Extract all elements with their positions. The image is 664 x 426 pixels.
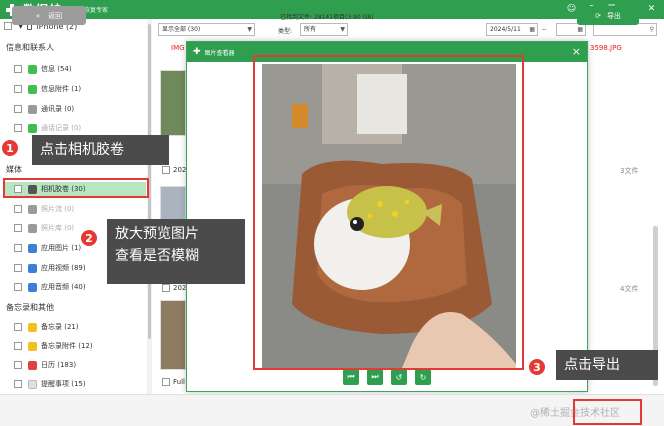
sidebar-item-app-videos[interactable]: 应用视频 (89) [14, 261, 86, 275]
sidebar-item-note-attachments[interactable]: 备忘录附件 (12) [14, 339, 93, 353]
thumbnail-caption: 202 [173, 284, 187, 292]
file-count-a: 3文件 [620, 167, 639, 175]
device-checkbox[interactable] [4, 22, 12, 30]
photo-library-icon [28, 223, 37, 233]
checkbox[interactable] [14, 224, 22, 232]
callout-step-1: 点击相机胶卷 [32, 135, 169, 165]
date-separator: -- [542, 26, 547, 33]
callout-step-2-line2: 查看是否模糊 [115, 248, 199, 264]
sidebar-item-photo-stream[interactable]: 照片流 (0) [14, 202, 74, 216]
rotate-right-button[interactable]: ↻ [415, 369, 431, 385]
highlight-box-camera-roll [3, 178, 149, 198]
callout-step-3: 点击导出 [556, 350, 658, 380]
app-video-icon [28, 263, 37, 273]
calendar-icon: ▦ [529, 26, 535, 33]
checkbox[interactable] [14, 124, 22, 132]
first-image-button[interactable]: ⏮ [343, 369, 359, 385]
export-icon: ⟳ [595, 11, 601, 20]
type-label: 类型: [278, 28, 293, 35]
sidebar-item-call-history[interactable]: 通话记录 (0) [14, 121, 81, 135]
step-badge-3: 3 [527, 357, 547, 377]
search-icon: ⚲ [649, 26, 654, 33]
reminders-icon [28, 379, 37, 389]
checkbox[interactable] [14, 361, 22, 369]
chevron-down-icon: ▼ [247, 26, 252, 33]
checkbox[interactable] [14, 105, 22, 113]
thumbnail-caption: 202 [173, 166, 187, 174]
app-photo-icon [28, 243, 37, 253]
photo-stream-icon [28, 204, 37, 214]
double-chevron-left-icon: « [35, 11, 41, 20]
calendar-icon [28, 360, 37, 370]
note-attachment-icon [28, 341, 37, 351]
checkbox[interactable] [14, 244, 22, 252]
sidebar-item-notes[interactable]: 备忘录 (21) [14, 320, 79, 334]
section-title-messages: 信息和联系人 [6, 42, 54, 52]
notes-icon [28, 322, 37, 332]
thumbnail-checkbox[interactable] [162, 284, 170, 292]
step-badge-2: 2 [79, 228, 99, 248]
sidebar-item-messages[interactable]: 信息 (54) [14, 62, 72, 76]
sidebar-item-contacts[interactable]: 通讯录 (0) [14, 102, 74, 116]
step-badge-1: 1 [0, 138, 20, 158]
type-select[interactable]: 所有 ▼ [300, 23, 348, 36]
scan-result-info: 已找到文件: 28141项目(3.90 GB) [280, 14, 374, 21]
sidebar-item-app-audio[interactable]: 应用音频 (40) [14, 280, 86, 294]
calendar-icon: ▦ [577, 26, 583, 33]
file-count-b: 4文件 [620, 285, 639, 293]
callout-step-2-line1: 放大预览图片 [115, 226, 199, 242]
thumbnail[interactable] [160, 70, 186, 136]
viewer-logo-icon: ✚ [193, 47, 201, 57]
viewer-title: 图片查看器 [204, 49, 235, 57]
checkbox[interactable] [14, 65, 22, 73]
checkbox[interactable] [14, 264, 22, 272]
rotate-left-button[interactable]: ↺ [391, 369, 407, 385]
sidebar-item-app-photos[interactable]: 应用图片 (1) [14, 241, 81, 255]
checkbox[interactable] [14, 342, 22, 350]
sidebar-item-reminders[interactable]: 提醒事项 (15) [14, 377, 86, 391]
section-title-notes: 备忘录和其他 [6, 302, 54, 312]
checkbox[interactable] [14, 205, 22, 213]
display-filter-select[interactable]: 显示全部 (30) ▼ [158, 23, 255, 36]
contacts-icon [28, 104, 37, 114]
attachment-icon [28, 84, 37, 94]
sidebar-item-message-attachments[interactable]: 信息附件 (1) [14, 82, 81, 96]
checkbox[interactable] [14, 283, 22, 291]
chevron-down-icon: ▼ [340, 26, 345, 33]
thumbnail-caption: Full [173, 378, 185, 386]
file-name-left: IMG [171, 44, 185, 52]
date-select[interactable]: 2024/5/11 ▦ [486, 23, 538, 36]
checkbox[interactable] [14, 380, 22, 388]
close-icon[interactable]: ✕ [645, 3, 658, 16]
sidebar-item-photo-library[interactable]: 照片库 (0) [14, 221, 74, 235]
file-name-right: 3598.JPG [590, 44, 622, 52]
message-icon [28, 64, 37, 74]
last-image-button[interactable]: ⏭ [367, 369, 383, 385]
thumbnail-checkbox[interactable] [162, 166, 170, 174]
thumbnail-checkbox[interactable] [162, 378, 170, 386]
sidebar-item-calendar[interactable]: 日历 (183) [14, 358, 76, 372]
back-button[interactable]: « 返回 [12, 6, 86, 25]
checkbox[interactable] [14, 323, 22, 331]
phone-call-icon [28, 123, 37, 133]
thumbnail[interactable] [160, 300, 186, 370]
viewer-controls: ⏮ ⏭ ↺ ↻ [343, 369, 431, 385]
callout-step-2: 放大预览图片 查看是否模糊 [107, 219, 245, 284]
viewer-close-button[interactable]: × [572, 45, 581, 58]
section-title-media: 媒体 [6, 164, 22, 174]
checkbox[interactable] [14, 85, 22, 93]
export-button[interactable]: ⟳ 导出 [577, 6, 639, 25]
highlight-box-export [573, 399, 642, 425]
highlight-box-preview [253, 55, 524, 370]
app-audio-icon [28, 282, 37, 292]
